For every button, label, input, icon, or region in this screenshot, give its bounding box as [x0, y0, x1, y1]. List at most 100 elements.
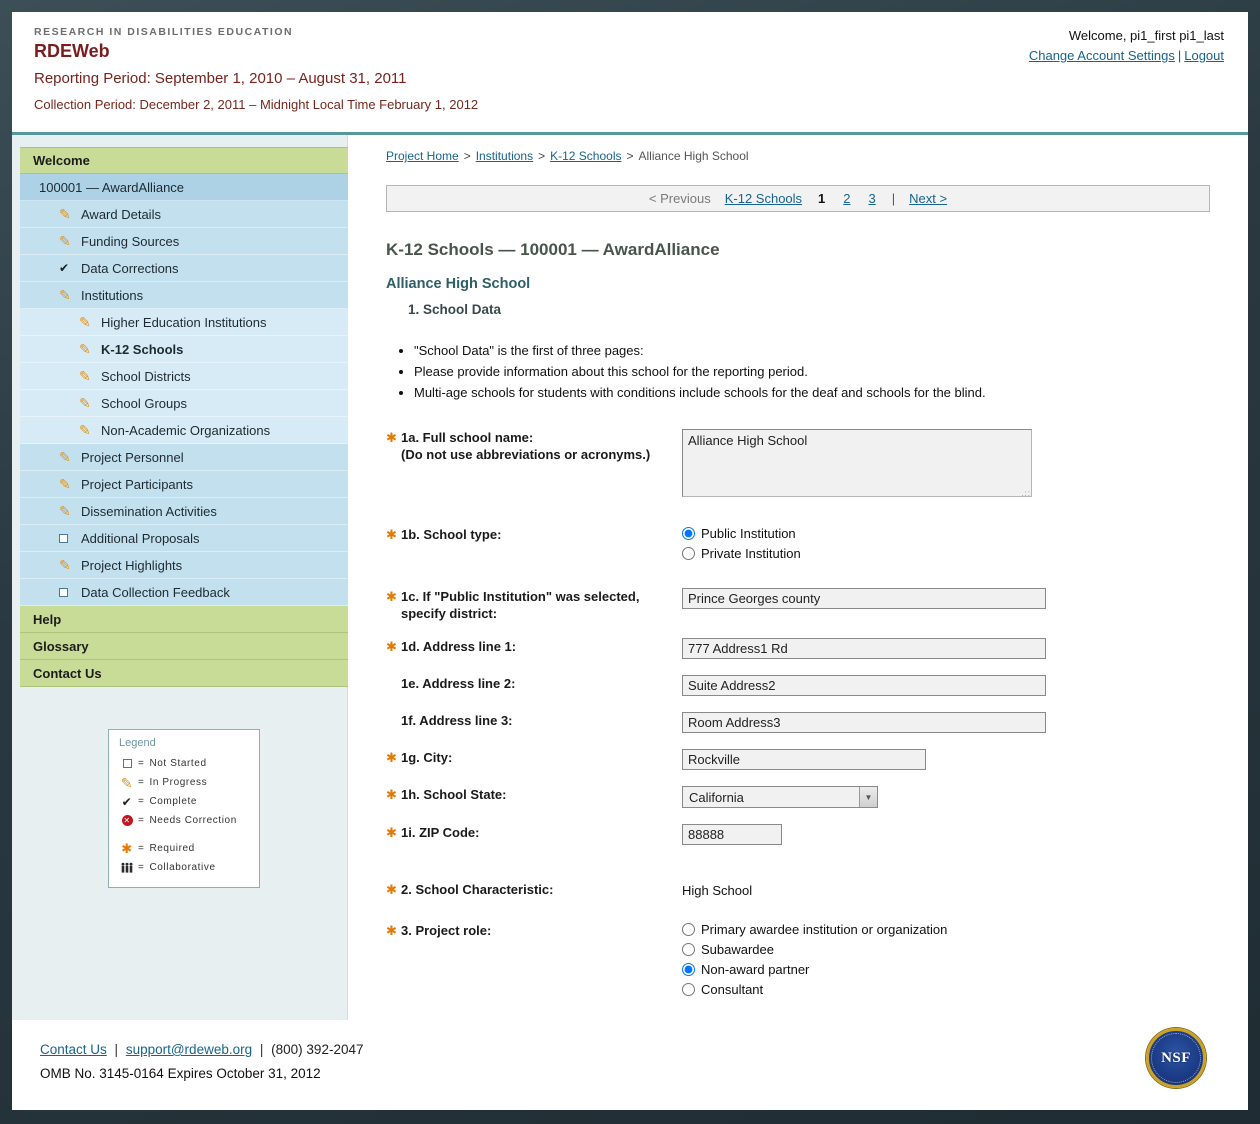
pager-parent-link[interactable]: K-12 Schools [725, 191, 802, 206]
sidebar-item-award[interactable]: 100001 — AwardAlliance [20, 174, 348, 201]
project-role-primary-option[interactable]: Primary awardee institution or organizat… [682, 922, 1222, 937]
breadcrumb: Project Home>Institutions>K-12 Schools>A… [386, 149, 1222, 163]
sidebar-item-welcome[interactable]: Welcome [20, 147, 348, 174]
sidebar-item-institutions[interactable]: ✎Institutions [20, 282, 348, 309]
state-select[interactable]: California ▼ [682, 786, 878, 808]
sidebar-item-project-personnel[interactable]: ✎Project Personnel [20, 444, 348, 471]
sidebar-item-help[interactable]: Help [20, 606, 348, 633]
footer-email-link[interactable]: support@rdeweb.org [126, 1042, 252, 1057]
legend-item-collaborative: = Collaborative [119, 858, 251, 877]
pager-previous: < Previous [649, 191, 711, 206]
sidebar-item-label: Data Collection Feedback [81, 585, 230, 600]
equals-sign: = [138, 792, 144, 811]
subawardee-radio[interactable] [682, 943, 695, 956]
breadcrumb-separator: > [626, 149, 633, 163]
pager-page-2[interactable]: 2 [843, 191, 850, 206]
page-footer: Contact Us | support@rdeweb.org | (800) … [12, 1020, 1248, 1110]
full-school-name-textarea[interactable]: Alliance High School [682, 429, 1032, 497]
square-icon [59, 588, 76, 597]
section-heading: 1. School Data [408, 302, 1222, 317]
sidebar-item-additional-proposals[interactable]: Additional Proposals [20, 525, 348, 552]
sidebar-item-label: Dissemination Activities [81, 504, 217, 519]
legend-label: In Progress [149, 773, 207, 792]
project-role-consultant-option[interactable]: Consultant [682, 982, 1222, 997]
primary-awardee-radio[interactable] [682, 923, 695, 936]
zip-code-input[interactable] [682, 824, 782, 845]
asterisk-spacer [386, 712, 401, 733]
project-role-non-award-option[interactable]: Non-award partner [682, 962, 1222, 977]
field-row-1d: ✱ 1d. Address line 1: [386, 638, 1222, 659]
sidebar-item-label: Data Corrections [81, 261, 179, 276]
sidebar-item-label: Contact Us [33, 666, 102, 681]
sidebar-item-dissemination[interactable]: ✎Dissemination Activities [20, 498, 348, 525]
asterisk-spacer [386, 675, 401, 696]
change-account-settings-link[interactable]: Change Account Settings [1029, 48, 1175, 63]
non-award-partner-radio[interactable] [682, 963, 695, 976]
radio-label: Private Institution [701, 546, 801, 561]
sidebar-item-label: 100001 — AwardAlliance [39, 180, 184, 195]
sidebar-item-non-academic[interactable]: ✎Non-Academic Organizations [20, 417, 348, 444]
chevron-down-icon[interactable]: ▼ [859, 787, 877, 807]
legend-item-required: ✱ = Required [119, 839, 251, 858]
project-role-subawardee-option[interactable]: Subawardee [682, 942, 1222, 957]
sidebar-item-school-districts[interactable]: ✎School Districts [20, 363, 348, 390]
pencil-icon: ✎ [79, 369, 96, 383]
sidebar: Welcome 100001 — AwardAlliance ✎Award De… [12, 135, 348, 1020]
breadcrumb-project-home[interactable]: Project Home [386, 149, 459, 163]
footer-contact-link[interactable]: Contact Us [40, 1042, 107, 1057]
sidebar-item-label: Additional Proposals [81, 531, 200, 546]
pencil-icon: ✎ [59, 477, 76, 491]
sidebar-item-data-collection-feedback[interactable]: Data Collection Feedback [20, 579, 348, 606]
legend-item-not-started: = Not Started [119, 754, 251, 773]
sidebar-item-contact-us[interactable]: Contact Us [20, 660, 348, 687]
pager-page-3[interactable]: 3 [869, 191, 876, 206]
sidebar-item-project-participants[interactable]: ✎Project Participants [20, 471, 348, 498]
pencil-icon: ✎ [119, 776, 135, 790]
sidebar-item-label: K-12 Schools [101, 342, 183, 357]
sidebar-item-school-groups[interactable]: ✎School Groups [20, 390, 348, 417]
equals-sign: = [138, 754, 144, 773]
breadcrumb-k12-schools[interactable]: K-12 Schools [550, 149, 621, 163]
sidebar-item-k12-schools[interactable]: ✎K-12 Schools [20, 336, 348, 363]
reporting-period: Reporting Period: September 1, 2010 – Au… [34, 70, 1226, 87]
sidebar-item-funding-sources[interactable]: ✎Funding Sources [20, 228, 348, 255]
sidebar-item-award-details[interactable]: ✎Award Details [20, 201, 348, 228]
instruction-item: "School Data" is the first of three page… [414, 343, 1222, 359]
private-institution-radio[interactable] [682, 547, 695, 560]
school-type-public-option[interactable]: Public Institution [682, 526, 1222, 541]
address-line-3-input[interactable] [682, 712, 1046, 733]
instruction-item: Please provide information about this sc… [414, 364, 1222, 380]
public-institution-radio[interactable] [682, 527, 695, 540]
sidebar-item-higher-ed[interactable]: ✎Higher Education Institutions [20, 309, 348, 336]
address-line-1-input[interactable] [682, 638, 1046, 659]
omb-line: OMB No. 3145-0164 Expires October 31, 20… [40, 1066, 1248, 1081]
nsf-logo-ring [1151, 1033, 1201, 1083]
legend-label: Not Started [149, 754, 206, 773]
logout-link[interactable]: Logout [1184, 48, 1224, 63]
required-asterisk-icon: ✱ [386, 786, 401, 808]
address-line-2-input[interactable] [682, 675, 1046, 696]
page-title: K-12 Schools — 100001 — AwardAlliance [386, 240, 1222, 260]
sidebar-item-project-highlights[interactable]: ✎Project Highlights [20, 552, 348, 579]
sidebar-item-label: Funding Sources [81, 234, 179, 249]
sidebar-item-data-corrections[interactable]: ✔Data Corrections [20, 255, 348, 282]
pencil-icon: ✎ [59, 450, 76, 464]
sidebar-item-label: Higher Education Institutions [101, 315, 266, 330]
sidebar-item-glossary[interactable]: Glossary [20, 633, 348, 660]
square-icon [59, 534, 76, 543]
equals-sign: = [138, 811, 144, 830]
pager-next[interactable]: Next > [909, 191, 947, 206]
legend-label: Needs Correction [149, 811, 236, 830]
breadcrumb-institutions[interactable]: Institutions [476, 149, 533, 163]
school-data-form: ✱ 1a. Full school name: (Do not use abbr… [386, 429, 1222, 1100]
field-row-1e: 1e. Address line 2: [386, 675, 1222, 696]
pager-page-1-current: 1 [818, 191, 825, 206]
sidebar-item-label: Non-Academic Organizations [101, 423, 270, 438]
radio-label: Primary awardee institution or organizat… [701, 922, 947, 937]
legend-label: Complete [149, 792, 197, 811]
city-input[interactable] [682, 749, 926, 770]
school-type-private-option[interactable]: Private Institution [682, 546, 1222, 561]
district-input[interactable] [682, 588, 1046, 609]
window-frame: RESEARCH IN DISABILITIES EDUCATION RDEWe… [0, 0, 1260, 1124]
consultant-radio[interactable] [682, 983, 695, 996]
